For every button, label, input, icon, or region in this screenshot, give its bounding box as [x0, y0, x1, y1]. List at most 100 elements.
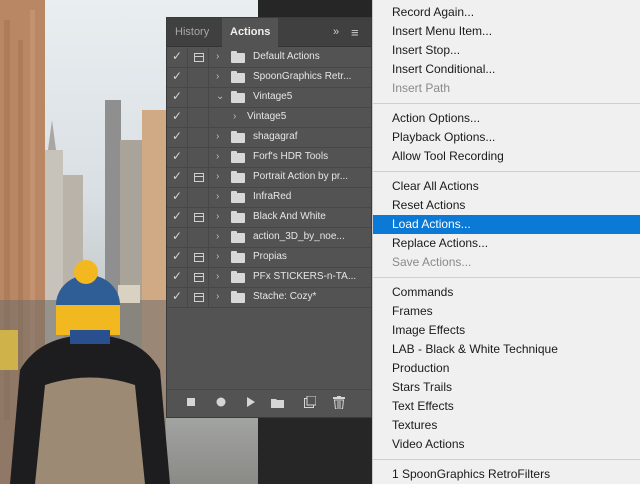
- menu-item[interactable]: Action Options...: [373, 109, 640, 128]
- folder-icon: [231, 71, 245, 83]
- action-set[interactable]: ✓ › shagagraf: [167, 128, 371, 148]
- chevron-down-icon[interactable]: ⌄: [216, 91, 224, 102]
- menu-item[interactable]: Load Actions...: [373, 215, 640, 234]
- toggle-dialog-cell[interactable]: [189, 168, 209, 187]
- menu-item[interactable]: Textures: [373, 416, 640, 435]
- action-item[interactable]: ✓ › Vintage5: [167, 108, 371, 128]
- chevron-right-icon[interactable]: ›: [216, 171, 219, 182]
- toggle-dialog-cell[interactable]: [189, 48, 209, 67]
- action-label: Stache: Cozy*: [253, 291, 317, 302]
- chevron-right-icon[interactable]: ›: [216, 251, 219, 262]
- menu-item[interactable]: Insert Menu Item...: [373, 22, 640, 41]
- photoshop-workspace: History Actions » ≡ ✓ › Default Actions ✓ › S…: [0, 0, 640, 484]
- chevron-right-icon[interactable]: ›: [216, 211, 219, 222]
- chevron-right-icon[interactable]: ›: [216, 51, 219, 62]
- toggle-item-cell[interactable]: ✓: [167, 128, 188, 147]
- menu-item[interactable]: Frames: [373, 302, 640, 321]
- action-label: Black And White: [253, 211, 326, 222]
- action-label: Propias: [253, 251, 287, 262]
- action-set[interactable]: ✓ › InfraRed: [167, 188, 371, 208]
- panel-menu-icon[interactable]: ≡: [351, 18, 359, 47]
- action-set[interactable]: ✓ › Forf's HDR Tools: [167, 148, 371, 168]
- action-label: InfraRed: [253, 191, 292, 202]
- checkmark-icon: ✓: [172, 109, 183, 123]
- menu-item[interactable]: Commands: [373, 283, 640, 302]
- dialog-icon: [194, 213, 204, 222]
- actions-list: ✓ › Default Actions ✓ › SpoonGraphics Retr...…: [167, 48, 371, 308]
- chevron-right-icon[interactable]: ›: [216, 71, 219, 82]
- collapse-icon[interactable]: »: [333, 18, 339, 47]
- toggle-dialog-cell[interactable]: [189, 148, 209, 167]
- chevron-right-icon[interactable]: ›: [216, 151, 219, 162]
- toggle-dialog-cell[interactable]: [189, 208, 209, 227]
- menu-item[interactable]: Insert Stop...: [373, 41, 640, 60]
- toggle-dialog-cell[interactable]: [189, 268, 209, 287]
- menu-item[interactable]: Allow Tool Recording: [373, 147, 640, 166]
- menu-item[interactable]: 1 SpoonGraphics RetroFilters: [373, 465, 640, 484]
- tab-actions[interactable]: Actions: [222, 18, 278, 48]
- action-set[interactable]: ✓ › PFx STICKERS-n-TA...: [167, 268, 371, 288]
- menu-item[interactable]: Production: [373, 359, 640, 378]
- menu-item[interactable]: Image Effects: [373, 321, 640, 340]
- menu-item[interactable]: LAB - Black & White Technique: [373, 340, 640, 359]
- toggle-item-cell[interactable]: ✓: [167, 48, 188, 67]
- toggle-item-cell[interactable]: ✓: [167, 188, 188, 207]
- delete-icon[interactable]: [333, 396, 345, 409]
- toggle-item-cell[interactable]: ✓: [167, 268, 188, 287]
- chevron-right-icon[interactable]: ›: [216, 231, 219, 242]
- toggle-item-cell[interactable]: ✓: [167, 248, 188, 267]
- action-set[interactable]: ✓ › Stache: Cozy*: [167, 288, 371, 308]
- menu-item[interactable]: Video Actions: [373, 435, 640, 454]
- play-icon[interactable]: [246, 397, 256, 407]
- chevron-right-icon[interactable]: ›: [216, 271, 219, 282]
- checkmark-icon: ✓: [172, 69, 183, 83]
- toggle-dialog-cell[interactable]: [189, 288, 209, 307]
- toggle-dialog-cell[interactable]: [189, 188, 209, 207]
- toggle-dialog-cell[interactable]: [189, 68, 209, 87]
- toggle-item-cell[interactable]: ✓: [167, 228, 188, 247]
- toggle-dialog-cell[interactable]: [189, 108, 209, 127]
- toggle-item-cell[interactable]: ✓: [167, 88, 188, 107]
- record-icon[interactable]: [216, 397, 226, 407]
- stop-icon[interactable]: [187, 398, 196, 407]
- toggle-dialog-cell[interactable]: [189, 128, 209, 147]
- dialog-icon: [194, 53, 204, 62]
- menu-item[interactable]: Record Again...: [373, 3, 640, 22]
- toggle-dialog-cell[interactable]: [189, 88, 209, 107]
- action-set[interactable]: ✓ › Black And White: [167, 208, 371, 228]
- action-set[interactable]: ✓ › action_3D_by_noe...: [167, 228, 371, 248]
- toggle-dialog-cell[interactable]: [189, 228, 209, 247]
- menu-item[interactable]: Clear All Actions: [373, 177, 640, 196]
- actions-panel: History Actions » ≡ ✓ › Default Actions ✓ › S…: [166, 17, 372, 418]
- toggle-item-cell[interactable]: ✓: [167, 108, 188, 127]
- toggle-item-cell[interactable]: ✓: [167, 168, 188, 187]
- dialog-icon: [194, 273, 204, 282]
- menu-item[interactable]: Text Effects: [373, 397, 640, 416]
- action-set[interactable]: ✓ › SpoonGraphics Retr...: [167, 68, 371, 88]
- checkmark-icon: ✓: [172, 229, 183, 243]
- toggle-item-cell[interactable]: ✓: [167, 68, 188, 87]
- action-set[interactable]: ✓ › Portrait Action by pr...: [167, 168, 371, 188]
- tab-history[interactable]: History: [167, 18, 221, 47]
- action-set[interactable]: ✓ › Default Actions: [167, 48, 371, 68]
- menu-item[interactable]: Replace Actions...: [373, 234, 640, 253]
- chevron-right-icon[interactable]: ›: [216, 131, 219, 142]
- action-set[interactable]: ✓ › Propias: [167, 248, 371, 268]
- new-action-icon[interactable]: [304, 396, 316, 408]
- checkmark-icon: ✓: [172, 149, 183, 163]
- menu-item[interactable]: Insert Conditional...: [373, 60, 640, 79]
- menu-item[interactable]: Playback Options...: [373, 128, 640, 147]
- action-label: PFx STICKERS-n-TA...: [253, 271, 357, 282]
- action-set[interactable]: ✓ ⌄ Vintage5: [167, 88, 371, 108]
- toggle-item-cell[interactable]: ✓: [167, 208, 188, 227]
- chevron-right-icon[interactable]: ›: [233, 111, 236, 122]
- menu-separator: [373, 171, 640, 172]
- chevron-right-icon[interactable]: ›: [216, 191, 219, 202]
- toggle-item-cell[interactable]: ✓: [167, 288, 188, 307]
- menu-item[interactable]: Reset Actions: [373, 196, 640, 215]
- chevron-right-icon[interactable]: ›: [216, 291, 219, 302]
- toggle-dialog-cell[interactable]: [189, 248, 209, 267]
- new-set-icon[interactable]: [271, 397, 285, 408]
- menu-item[interactable]: Stars Trails: [373, 378, 640, 397]
- toggle-item-cell[interactable]: ✓: [167, 148, 188, 167]
